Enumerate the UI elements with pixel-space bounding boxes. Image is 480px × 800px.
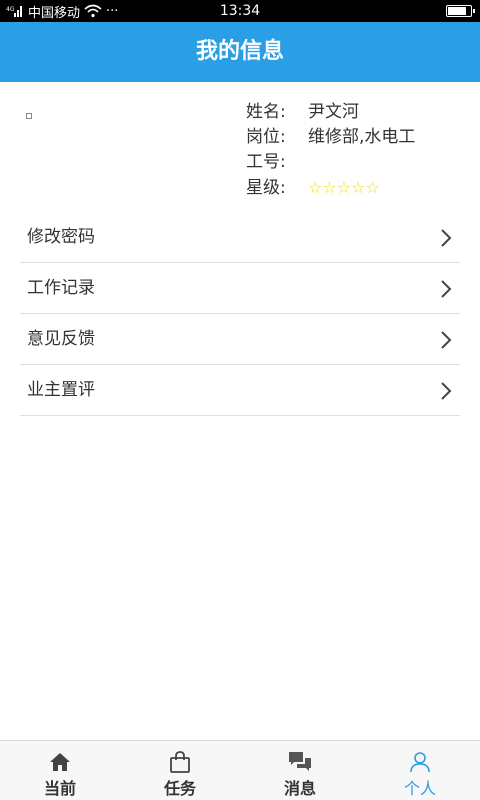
info-row-star-level: 星级: ☆☆☆☆☆ (246, 175, 476, 200)
chevron-right-icon (441, 382, 452, 400)
menu-item-change-password[interactable]: 修改密码 (20, 212, 460, 263)
info-label: 姓名: (246, 102, 286, 122)
tab-label: 当前 (43, 779, 76, 798)
tab-label: 消息 (283, 779, 316, 798)
tab-tasks[interactable]: 任务 (120, 741, 240, 800)
menu-list: 修改密码 工作记录 意见反馈 业主置评 (20, 212, 460, 416)
menu-item-label: 意见反馈 (27, 329, 95, 349)
info-row-employee-id: 工号: (246, 150, 476, 175)
menu-item-owner-reviews[interactable]: 业主置评 (20, 365, 460, 416)
info-value: 维修部,水电工 (308, 127, 416, 147)
page-title: 我的信息 (0, 22, 480, 82)
info-value: 尹文河 (308, 102, 359, 122)
battery-icon (446, 5, 475, 17)
battery-level (448, 7, 466, 15)
menu-item-work-records[interactable]: 工作记录 (20, 263, 460, 314)
info-label: 星级: (246, 178, 286, 198)
bag-icon (170, 751, 190, 773)
profile-info: 姓名: 尹文河 岗位: 维修部,水电工 工号: 星级: ☆☆☆☆☆ (246, 100, 476, 200)
bottom-tab-bar: 当前 任务 消息 个人 (0, 740, 480, 800)
info-label: 工号: (246, 152, 286, 172)
menu-item-label: 工作记录 (27, 278, 95, 298)
menu-item-label: 修改密码 (27, 227, 95, 247)
chevron-right-icon (441, 331, 452, 349)
status-bar: 4G 中国移动 ··· 13:34 (0, 0, 480, 22)
tab-label: 任务 (163, 779, 196, 798)
tab-messages[interactable]: 消息 (240, 741, 360, 800)
home-icon (50, 753, 70, 771)
chevron-right-icon (441, 280, 452, 298)
chevron-right-icon (441, 229, 452, 247)
tab-label: 个人 (403, 779, 436, 798)
tab-current[interactable]: 当前 (0, 741, 120, 800)
person-icon (410, 752, 430, 773)
tab-personal[interactable]: 个人 (360, 741, 480, 800)
menu-item-label: 业主置评 (27, 380, 95, 400)
info-row-position: 岗位: 维修部,水电工 (246, 125, 476, 150)
info-label: 岗位: (246, 127, 286, 147)
avatar[interactable] (26, 113, 32, 119)
info-row-name: 姓名: 尹文河 (246, 100, 476, 125)
chat-icon (289, 752, 311, 771)
menu-item-feedback[interactable]: 意见反馈 (20, 314, 460, 365)
status-time: 13:34 (219, 3, 261, 19)
star-rating: ☆☆☆☆☆ (308, 178, 380, 197)
